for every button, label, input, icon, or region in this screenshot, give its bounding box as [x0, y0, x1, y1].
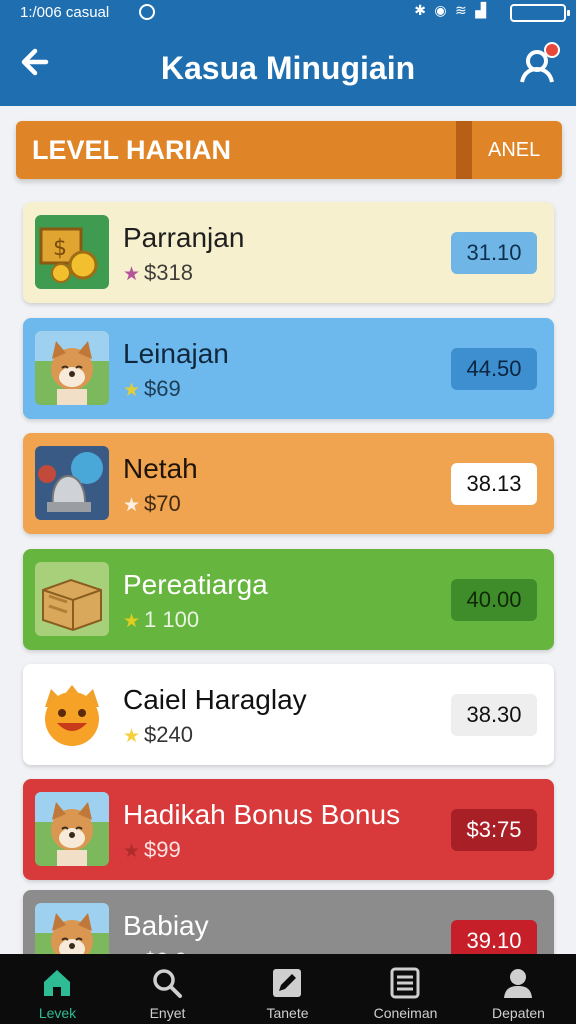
toys-icon — [35, 446, 109, 520]
level-divider — [456, 121, 472, 179]
item-name: Hadikah Bonus Bonus — [123, 799, 401, 830]
item-value[interactable]: 44.50 — [451, 348, 537, 390]
star-icon: ★ — [123, 380, 141, 401]
star-icon: ★ — [123, 611, 141, 632]
item-thumbnail — [35, 792, 109, 866]
item-name: Babiay — [123, 910, 209, 941]
nav-label: Depaten — [492, 1005, 545, 1021]
item-thumbnail — [35, 331, 109, 405]
item-price: 1 100 — [144, 607, 200, 632]
item-sub: ★ $70 — [123, 491, 181, 517]
item-value[interactable]: 40.00 — [451, 579, 537, 621]
item-value[interactable]: 38.13 — [451, 463, 537, 505]
item-price: $69 — [144, 376, 181, 401]
item-name: Leinajan — [123, 338, 229, 369]
item-price: $70 — [144, 491, 181, 516]
list-item[interactable]: Pereatiarga ★ 1 100 40.00 — [23, 549, 554, 650]
smile-icon — [35, 677, 109, 751]
status-bar: 1:/006 casual ✱ ◉ ≋ ▟ — [0, 0, 576, 28]
star-icon: ★ — [123, 841, 141, 862]
status-time: 1:/006 casual — [20, 4, 110, 21]
list-item[interactable]: Caiel Haraglay ★ $240 38.30 — [23, 664, 554, 765]
coin-icon: $ — [35, 215, 109, 289]
profile-icon — [504, 969, 532, 998]
item-thumbnail: $ — [35, 215, 109, 289]
star-icon: ★ — [123, 495, 141, 516]
item-sub: ★ $240 — [123, 722, 193, 748]
bottom-nav: Levek Enyet Tanete Coneiman Depaten — [0, 954, 576, 1024]
item-sub: ★ $99 — [123, 837, 181, 863]
nav-label: Enyet — [149, 1005, 186, 1021]
nav-tab-enyet[interactable]: Enyet — [110, 954, 225, 1024]
nav-tab-tanete[interactable]: Tanete — [230, 954, 345, 1024]
item-sub: ★ $69 — [123, 376, 181, 402]
item-price: $99 — [144, 837, 181, 862]
level-title: LEVEL HARIAN — [32, 135, 232, 165]
item-name: Pereatiarga — [123, 569, 268, 600]
dog-icon — [35, 792, 109, 866]
notification-badge — [544, 42, 560, 58]
item-value[interactable]: 31.10 — [451, 232, 537, 274]
edit-icon — [273, 969, 301, 997]
list-icon — [390, 967, 420, 999]
nav-tab-depaten[interactable]: Depaten — [461, 954, 576, 1024]
battery-icon — [510, 4, 570, 22]
home-icon — [44, 970, 70, 996]
list-item[interactable]: Leinajan ★ $69 44.50 — [23, 318, 554, 419]
item-thumbnail — [35, 677, 109, 751]
item-value[interactable]: 38.30 — [451, 694, 537, 736]
item-price: $318 — [144, 260, 193, 285]
search-icon — [153, 969, 182, 998]
list-item[interactable]: $ Parranjan ★ $318 31.10 — [23, 202, 554, 303]
level-bar[interactable]: LEVEL HARIAN ANEL — [16, 121, 562, 179]
nav-tab-coneiman[interactable]: Coneiman — [348, 954, 463, 1024]
level-right-label[interactable]: ANEL — [488, 139, 540, 162]
item-name: Parranjan — [123, 222, 245, 253]
item-sub: ★ 1 100 — [123, 607, 199, 633]
page-title: Kasua Minugiain — [160, 50, 416, 86]
nav-tab-levek[interactable]: Levek — [0, 954, 115, 1024]
item-name: Caiel Haraglay — [123, 684, 307, 715]
item-thumbnail — [35, 446, 109, 520]
app-header: Kasua Minugiain — [0, 28, 576, 106]
item-thumbnail — [35, 562, 109, 636]
star-icon: ★ — [123, 726, 141, 747]
item-name: Netah — [123, 453, 198, 484]
clock-icon — [139, 4, 155, 20]
crate-icon — [35, 562, 109, 636]
svg-text:$: $ — [53, 236, 67, 261]
list-item[interactable]: Netah ★ $70 38.13 — [23, 433, 554, 534]
item-sub: ★ $318 — [123, 260, 193, 286]
profile-search-button[interactable] — [518, 42, 560, 84]
item-price: $240 — [144, 722, 193, 747]
nav-label: Levek — [38, 1005, 77, 1021]
nav-label: Tanete — [266, 1005, 309, 1021]
nav-label: Coneiman — [373, 1005, 438, 1021]
signal-icons: ✱ ◉ ≋ ▟ — [414, 3, 488, 19]
list-item[interactable]: Hadikah Bonus Bonus ★ $99 $3:75 — [23, 779, 554, 880]
item-value[interactable]: $3:75 — [451, 809, 537, 851]
dog-icon — [35, 331, 109, 405]
star-icon: ★ — [123, 264, 141, 285]
